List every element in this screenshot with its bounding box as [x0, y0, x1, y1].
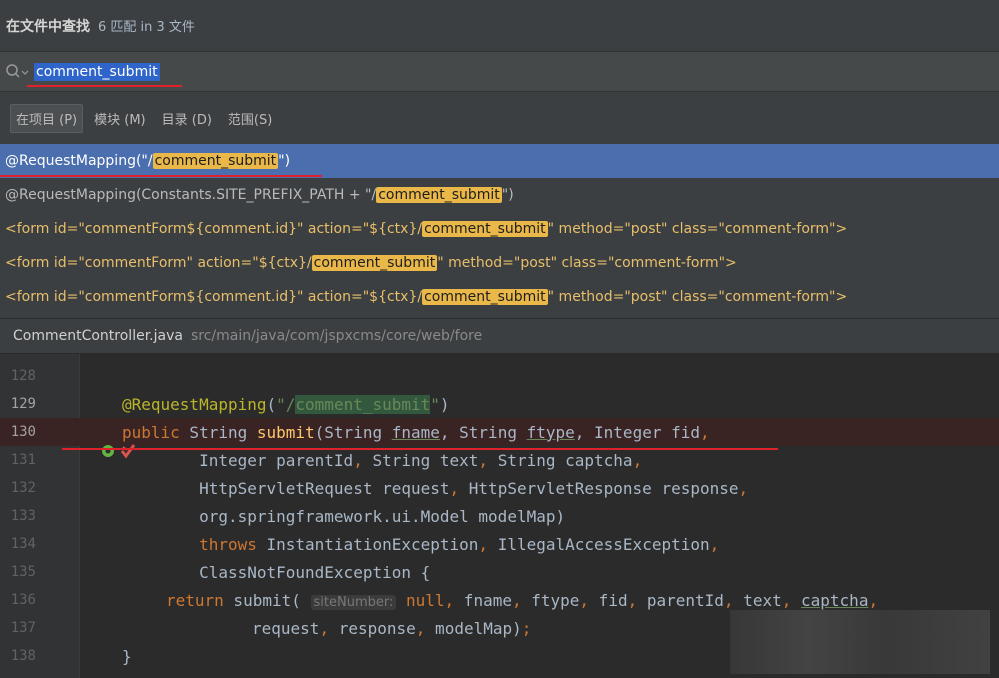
watermark-blur — [730, 610, 990, 674]
line-number: 135 — [10, 564, 36, 580]
match-count: 6 匹配 in 3 文件 — [98, 20, 195, 35]
code-text: return submit( siteNumber: null, fname, … — [166, 590, 879, 610]
result-row[interactable]: <form id="commentForm" action="${ctx}/co… — [0, 246, 999, 280]
search-bar[interactable]: comment_submit — [0, 52, 999, 92]
result-row[interactable]: <form id="commentForm${comment.id}" acti… — [0, 212, 999, 246]
code-underline-annotation — [62, 448, 778, 450]
param-hint: siteNumber: — [310, 594, 397, 610]
result-prefix: <form id="commentForm${comment.id}" acti… — [5, 289, 423, 305]
code-text: throws InstantiationException, IllegalAc… — [199, 534, 720, 554]
find-in-files-header: 在文件中查找 6 匹配 in 3 文件 — [0, 0, 999, 52]
scope-module[interactable]: 模块 (M) — [89, 105, 151, 132]
result-match: comment_submit — [376, 187, 502, 203]
code-text: ClassNotFoundException { — [122, 562, 431, 582]
result-match: comment_submit — [311, 255, 438, 271]
code-line: 134 throws InstantiationException, Illeg… — [0, 530, 999, 558]
code-line: 131 Integer parentId, String text, Strin… — [0, 446, 999, 474]
result-suffix: ") — [501, 187, 514, 203]
code-line: 135 ClassNotFoundException { — [0, 558, 999, 586]
line-number: 134 — [10, 536, 36, 552]
code-text: public String submit(String fname, Strin… — [122, 422, 710, 442]
code-text: org.springframework.ui.Model modelMap) — [122, 506, 566, 526]
code-text: request, response, modelMap); — [252, 618, 532, 638]
result-match: comment_submit — [152, 153, 279, 169]
code-text: HttpServletRequest request, HttpServletR… — [122, 478, 749, 498]
search-input[interactable]: comment_submit — [34, 62, 160, 81]
result-suffix: ") — [278, 153, 291, 169]
line-number: 128 — [10, 368, 36, 384]
result-suffix: " method="post" class="comment-form"> — [547, 289, 848, 305]
result-suffix: " method="post" class="comment-form"> — [547, 221, 848, 237]
code-line: 128 — [0, 362, 999, 390]
code-line: 130 public String submit(String fname, S… — [0, 418, 999, 459]
result-prefix: <form id="commentForm${comment.id}" acti… — [5, 221, 423, 237]
code-line: 129 @RequestMapping("/comment_submit") — [0, 390, 999, 418]
scope-range[interactable]: 范围(S) — [223, 105, 277, 132]
line-number: 138 — [10, 648, 36, 664]
result-prefix: @RequestMapping(Constants.SITE_PREFIX_PA… — [5, 187, 377, 203]
line-number: 131 — [10, 452, 36, 468]
line-number: 136 — [10, 592, 36, 608]
dialog-title: 在文件中查找 — [6, 18, 90, 35]
result-match: comment_submit — [422, 289, 548, 305]
result-row[interactable]: @RequestMapping("/comment_submit ") — [0, 144, 999, 178]
code-text: Integer parentId, String text, String ca… — [122, 450, 643, 470]
search-underline-annotation — [27, 85, 182, 87]
file-name: CommentController.java — [13, 328, 183, 344]
line-number: 137 — [10, 620, 36, 636]
result-row[interactable]: @RequestMapping(Constants.SITE_PREFIX_PA… — [0, 178, 999, 212]
line-number: 133 — [10, 508, 36, 524]
line-number: 132 — [10, 480, 36, 496]
search-icon[interactable] — [4, 60, 34, 84]
code-text: @RequestMapping("/comment_submit") — [122, 394, 450, 414]
results-list: @RequestMapping("/comment_submit ") @Requ… — [0, 144, 999, 314]
line-number: 129 — [10, 396, 36, 412]
file-path: src/main/java/com/jspxcms/core/web/fore — [190, 328, 483, 344]
result-prefix: <form id="commentForm" action="${ctx}/ — [5, 255, 312, 271]
code-line: 133 org.springframework.ui.Model modelMa… — [0, 502, 999, 530]
result-match: comment_submit — [422, 221, 548, 237]
result-suffix: " method="post" class="comment-form"> — [437, 255, 737, 271]
scope-project[interactable]: 在项目 (P) — [10, 103, 84, 133]
result-underline-annotation — [0, 175, 322, 177]
code-text: } — [122, 646, 132, 666]
scope-tabs: 在项目 (P) 模块 (M) 目录 (D) 范围(S) — [0, 92, 999, 144]
result-row[interactable]: <form id="commentForm${comment.id}" acti… — [0, 280, 999, 314]
result-prefix: @RequestMapping("/ — [5, 153, 153, 169]
line-number: 130 — [10, 424, 36, 440]
preview-file-bar: CommentController.java src/main/java/com… — [0, 318, 999, 354]
gutter-icons[interactable] — [42, 422, 136, 459]
scope-directory[interactable]: 目录 (D) — [157, 105, 217, 132]
code-line: 132 HttpServletRequest request, HttpServ… — [0, 474, 999, 502]
